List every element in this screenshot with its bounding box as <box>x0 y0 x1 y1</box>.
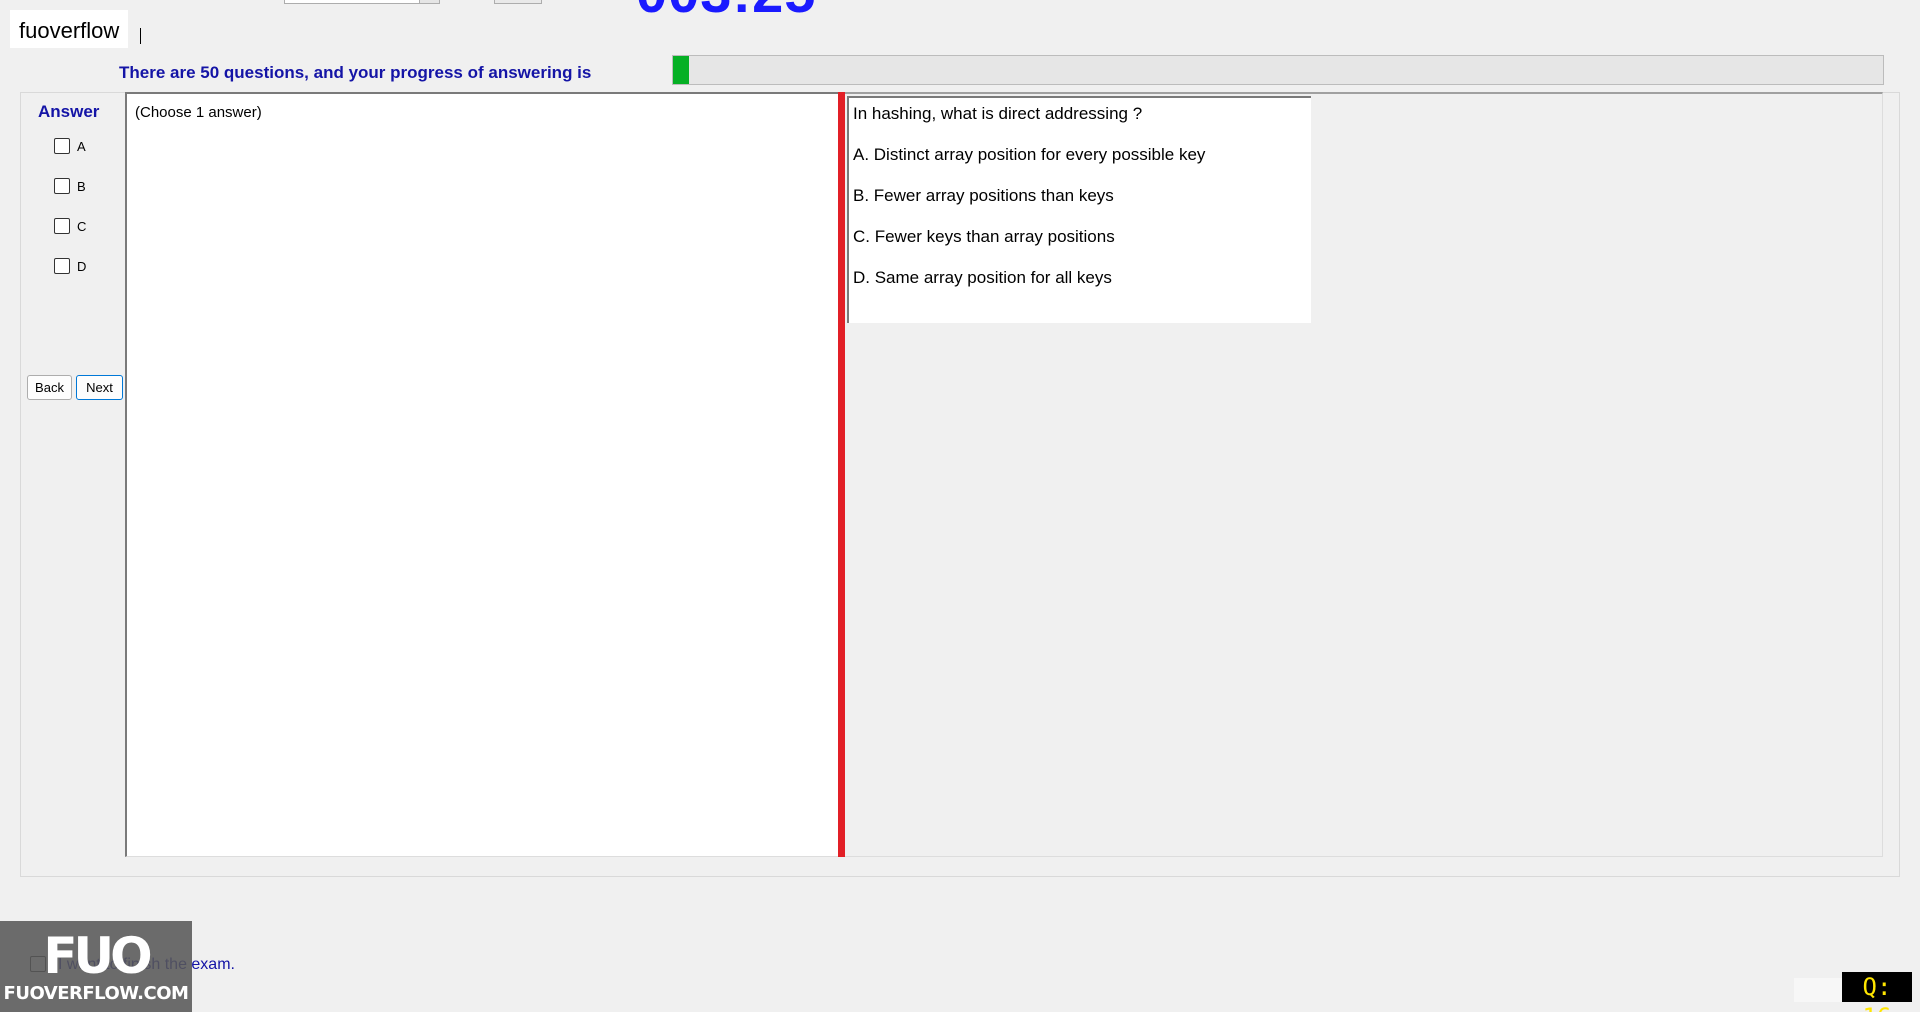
watermark-logo: FUO FUOVERFLOW.COM <box>0 921 192 1012</box>
answer-option-c[interactable]: C <box>54 218 86 234</box>
question-text: In hashing, what is direct addressing ? <box>853 104 1143 123</box>
answer-option-label: C <box>77 218 87 234</box>
answer-notes-pane[interactable]: (Choose 1 answer) <box>125 92 840 857</box>
question-choice-c: C. Fewer keys than array positions <box>853 227 1115 246</box>
question-counter: Q: 16 <box>1842 972 1912 1012</box>
progress-bar-fill <box>673 56 689 84</box>
next-button[interactable]: Next <box>76 375 123 400</box>
answer-a-checkbox[interactable] <box>54 138 70 154</box>
question-choice-a: A. Distinct array position for every pos… <box>853 145 1206 164</box>
question-choice-d: D. Same array position for all keys <box>853 268 1112 287</box>
pane-splitter[interactable] <box>838 92 845 857</box>
logo-mark: FUO <box>43 927 152 985</box>
answer-b-checkbox[interactable] <box>54 178 70 194</box>
question-choice-b: B. Fewer array positions than keys <box>853 186 1114 205</box>
answer-option-label: A <box>77 138 86 154</box>
text-caret <box>140 28 141 44</box>
status-strip <box>1794 978 1842 1002</box>
logo-text: FUOVERFLOW.COM <box>3 983 189 1004</box>
answer-c-checkbox[interactable] <box>54 218 70 234</box>
answer-option-a[interactable]: A <box>54 138 86 154</box>
choose-hint: (Choose 1 answer) <box>135 104 262 121</box>
back-button[interactable]: Back <box>27 375 72 400</box>
answer-option-b[interactable]: B <box>54 178 86 194</box>
exam-timer: 003:25 <box>636 0 816 25</box>
answer-option-label: B <box>77 178 86 194</box>
progress-bar <box>672 55 1884 85</box>
top-small-field[interactable] <box>494 0 542 4</box>
answer-d-checkbox[interactable] <box>54 258 70 274</box>
progress-label: There are 50 questions, and your progres… <box>119 63 592 82</box>
dropdown-arrow[interactable] <box>419 0 439 3</box>
question-card: In hashing, what is direct addressing ? … <box>847 96 1311 323</box>
brand-label: fuoverflow <box>10 10 129 48</box>
answer-option-d[interactable]: D <box>54 258 86 274</box>
top-dropdown[interactable] <box>284 0 440 4</box>
answer-title: Answer <box>38 102 100 121</box>
answer-option-label: D <box>77 258 87 274</box>
